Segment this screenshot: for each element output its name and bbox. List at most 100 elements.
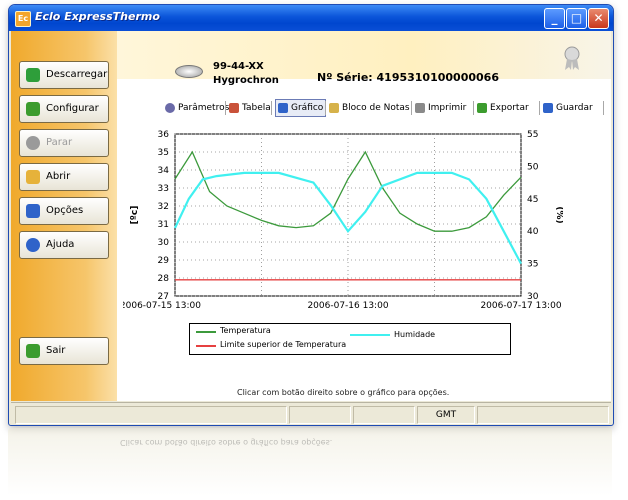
toolbar-separator bbox=[225, 101, 226, 115]
toolbar-separator bbox=[539, 101, 540, 115]
help-button[interactable]: Ajuda bbox=[19, 231, 109, 259]
y-left-tick-label: 32 bbox=[158, 202, 169, 212]
y-left-tick-label: 29 bbox=[158, 256, 170, 266]
legend-limit-swatch bbox=[196, 345, 216, 347]
toolbar-separator bbox=[271, 101, 272, 115]
tab-notepad-label: Bloco de Notas bbox=[342, 103, 410, 113]
configure-button[interactable]: Configurar bbox=[19, 95, 109, 123]
export-label: Exportar bbox=[490, 103, 529, 113]
stop-button: Parar bbox=[19, 129, 109, 157]
ibutton-device-icon bbox=[175, 65, 203, 78]
toolbar-separator bbox=[411, 101, 412, 115]
stop-icon bbox=[26, 136, 40, 150]
main-window: Ec Eclo ExpressThermo _ □ ✕ Descarregar … bbox=[8, 4, 614, 426]
open-button[interactable]: Abrir bbox=[19, 163, 109, 191]
device-id: 99-44-XX bbox=[213, 61, 264, 72]
printer-icon bbox=[415, 102, 425, 113]
title-bar[interactable]: Ec Eclo ExpressThermo _ □ ✕ bbox=[9, 5, 613, 31]
reflection-hint-text: Clicar com botão direito sobre o gráfico… bbox=[120, 438, 333, 447]
print-label: Imprimir bbox=[428, 103, 467, 113]
y-left-tick-label: 30 bbox=[158, 238, 170, 248]
legend-humidity-swatch bbox=[350, 334, 390, 336]
y-right-axis-label: (%) bbox=[554, 206, 563, 223]
save-label: Guardar bbox=[556, 103, 593, 113]
download-label: Descarregar bbox=[46, 69, 108, 80]
minimize-button[interactable]: _ bbox=[544, 8, 565, 29]
tab-chart[interactable]: Gráfico bbox=[275, 99, 327, 117]
exit-icon bbox=[26, 344, 40, 358]
y-right-tick-label: 40 bbox=[527, 227, 539, 237]
chart-legend: Temperatura Humidade Limite superior de … bbox=[189, 323, 511, 355]
y-right-tick-label: 55 bbox=[527, 130, 538, 140]
status-cell bbox=[15, 406, 287, 424]
status-cell bbox=[353, 406, 415, 424]
export-icon bbox=[477, 102, 487, 113]
configure-icon bbox=[26, 102, 40, 116]
y-left-tick-label: 36 bbox=[158, 130, 170, 140]
toolbar-separator bbox=[473, 101, 474, 115]
device-header: 99-44-XX Hygrochron Nº Série: 4195310100… bbox=[117, 31, 611, 86]
chart-icon bbox=[278, 102, 288, 113]
tab-table[interactable]: Tabela bbox=[229, 100, 271, 116]
tab-parameters-label: Parâmetros bbox=[178, 103, 230, 113]
legend-humidity: Humidade bbox=[394, 330, 436, 339]
toolbar: Parâmetros Tabela Gráfico Bloco de Notas… bbox=[117, 97, 611, 117]
tab-notepad[interactable]: Bloco de Notas bbox=[329, 100, 410, 116]
stop-label: Parar bbox=[46, 137, 73, 148]
y-left-tick-label: 33 bbox=[158, 184, 169, 194]
maximize-button[interactable]: □ bbox=[566, 8, 587, 29]
download-button[interactable]: Descarregar bbox=[19, 61, 109, 89]
app-icon: Ec bbox=[15, 11, 31, 27]
legend-temperature-swatch bbox=[196, 331, 216, 333]
device-name: Hygrochron bbox=[213, 75, 279, 86]
options-label: Opções bbox=[46, 205, 84, 216]
tab-parameters[interactable]: Parâmetros bbox=[165, 100, 229, 116]
print-button[interactable]: Imprimir bbox=[415, 100, 466, 116]
y-left-tick-label: 28 bbox=[158, 274, 170, 284]
legend-temperature: Temperatura bbox=[220, 326, 271, 335]
configure-label: Configurar bbox=[46, 103, 99, 114]
help-icon bbox=[26, 238, 40, 252]
sidebar: Descarregar Configurar Parar Abrir Opçõe… bbox=[11, 31, 117, 401]
gear-icon bbox=[165, 102, 175, 113]
status-cell bbox=[477, 406, 609, 424]
notepad-icon bbox=[329, 102, 339, 113]
save-button[interactable]: Guardar bbox=[543, 100, 593, 116]
x-tick-label: 2006-07-16 13:00 bbox=[307, 301, 388, 311]
exit-label: Sair bbox=[46, 345, 66, 356]
y-left-axis-label: [ºc] bbox=[130, 206, 140, 225]
y-right-tick-label: 45 bbox=[527, 195, 538, 205]
open-label: Abrir bbox=[46, 171, 71, 182]
tab-chart-label: Gráfico bbox=[291, 103, 324, 113]
y-right-tick-label: 35 bbox=[527, 260, 538, 270]
y-left-tick-label: 34 bbox=[158, 166, 170, 176]
help-label: Ajuda bbox=[46, 239, 75, 250]
chart-area[interactable]: 272829303132333435363035404550552006-07-… bbox=[123, 120, 563, 340]
chart-hint: Clicar com botão direito sobre o gráfico… bbox=[237, 388, 450, 397]
toolbar-separator bbox=[325, 101, 326, 115]
status-cell bbox=[289, 406, 351, 424]
table-icon bbox=[229, 102, 239, 113]
exit-button[interactable]: Sair bbox=[19, 337, 109, 365]
download-icon bbox=[26, 68, 40, 82]
window-reflection: Clicar com botão direito sobre o gráfico… bbox=[8, 428, 612, 496]
close-button[interactable]: ✕ bbox=[588, 8, 609, 29]
award-ribbon-icon bbox=[564, 46, 580, 70]
options-button[interactable]: Opções bbox=[19, 197, 109, 225]
status-bar: GMT bbox=[11, 402, 611, 425]
toolbar-separator bbox=[603, 101, 604, 115]
x-tick-label: 2006-07-17 13:00 bbox=[480, 301, 561, 311]
window-title: Eclo ExpressThermo bbox=[35, 10, 160, 23]
x-tick-label: 2006-07-15 13:00 bbox=[123, 301, 201, 311]
serial-number: Nº Série: 4195310100000066 bbox=[317, 71, 499, 84]
export-button[interactable]: Exportar bbox=[477, 100, 529, 116]
tab-table-label: Tabela bbox=[242, 103, 271, 113]
y-right-tick-label: 50 bbox=[527, 162, 539, 172]
open-folder-icon bbox=[26, 170, 40, 184]
y-left-tick-label: 35 bbox=[158, 148, 169, 158]
y-left-tick-label: 31 bbox=[158, 220, 169, 230]
legend-limit: Limite superior de Temperatura bbox=[220, 340, 347, 349]
save-icon bbox=[543, 102, 553, 113]
options-checkbox-icon bbox=[26, 204, 40, 218]
status-timezone: GMT bbox=[417, 406, 475, 424]
